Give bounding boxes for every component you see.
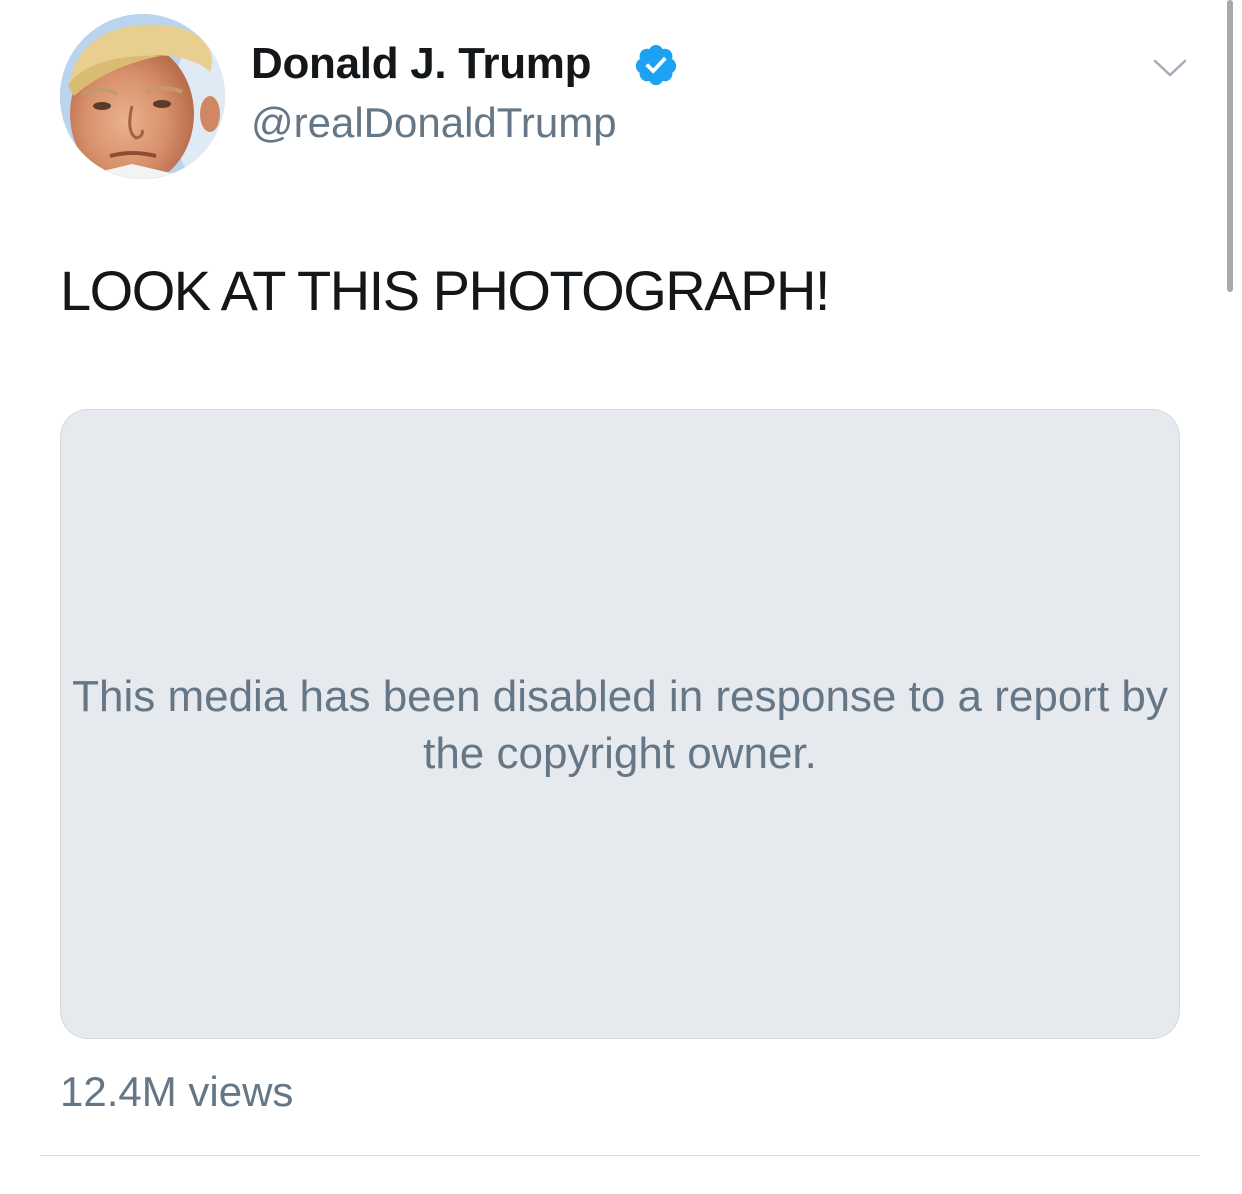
tweet-text: LOOK AT THIS PHOTOGRAPH! [60, 259, 830, 322]
scrollbar[interactable] [1227, 0, 1233, 292]
view-count: 12.4M views [60, 1068, 294, 1115]
media-disabled-message: This media has been disabled in response… [72, 672, 1168, 778]
avatar[interactable] [60, 14, 225, 179]
chevron-down-icon[interactable] [1152, 56, 1188, 80]
display-name[interactable]: Donald J. Trump [251, 38, 592, 90]
avatar-photo [60, 14, 225, 179]
user-handle[interactable]: @realDonaldTrump [251, 97, 617, 149]
verified-badge-icon [635, 44, 677, 86]
divider [40, 1155, 1200, 1156]
